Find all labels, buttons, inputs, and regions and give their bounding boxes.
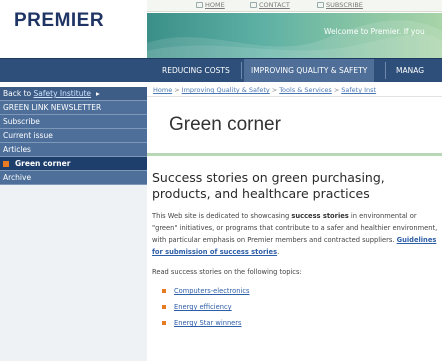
safety-institute-link[interactable]: Safety Institute (34, 89, 92, 98)
sidebar-item-articles[interactable]: Articles (0, 143, 147, 157)
bullet-icon (162, 289, 166, 293)
topics-list: Computers-electronics Energy efficiency … (152, 287, 442, 335)
sidebar-back-to-safety-institute[interactable]: Back to Safety Institute ▸ (0, 87, 147, 101)
premier-logo[interactable]: PREMIER (14, 10, 104, 32)
topic-label: Computers-electronics (174, 287, 250, 295)
sidebar-item-green-corner[interactable]: Green corner (0, 157, 147, 171)
bullet-icon (162, 305, 166, 309)
sidebar-item-subscribe[interactable]: Subscribe (0, 115, 147, 129)
sidebar: Back to Safety Institute ▸ GREEN LINK NEW… (0, 87, 147, 361)
sidebar-item-current-issue[interactable]: Current issue (0, 129, 147, 143)
sidebar-item-label: Archive (3, 173, 32, 182)
logo-area: PREMIER (0, 0, 147, 56)
home-link[interactable]: HOME (196, 1, 225, 9)
breadcrumb-separator: > (333, 86, 340, 94)
contact-link[interactable]: CONTACT (250, 1, 290, 9)
tab-reducing-costs[interactable]: REDUCING COSTS (155, 59, 237, 82)
topic-link-energy-efficiency[interactable]: Energy efficiency (152, 303, 442, 319)
intro-text: This Web site is dedicated to showcasing (152, 212, 292, 220)
topic-label: Energy Star winners (174, 319, 242, 327)
breadcrumb-improving-quality-safety[interactable]: Improving Quality & Safety (182, 86, 270, 94)
breadcrumb-separator: > (271, 86, 278, 94)
topic-label: Energy efficiency (174, 303, 232, 311)
sidebar-item-label: Subscribe (3, 117, 40, 126)
utility-bar: HOME CONTACT SUBSCRIBE (147, 0, 442, 12)
section-heading: Success stories on green purchasing, pro… (152, 170, 385, 201)
page-title: Green corner (169, 114, 281, 135)
main-content: Success stories on green purchasing, pro… (152, 170, 442, 335)
welcome-text: Welcome to Premier. If you (324, 27, 425, 36)
active-bullet-icon (3, 161, 9, 167)
topics-label: Read success stories on the following to… (152, 268, 302, 276)
intro-end: . (277, 248, 280, 256)
topic-link-energy-star-winners[interactable]: Energy Star winners (152, 319, 442, 335)
main-nav: REDUCING COSTS IMPROVING QUALITY & SAFET… (147, 58, 442, 82)
sidebar-item-label: Green corner (15, 159, 71, 168)
home-icon (196, 2, 203, 8)
intro-paragraph: This Web site is dedicated to showcasing… (152, 210, 442, 258)
nav-separator (385, 62, 386, 79)
breadcrumb-safety-institute[interactable]: Safety Inst (341, 86, 376, 94)
intro-bold: success stories (291, 212, 349, 220)
home-link-label: HOME (205, 1, 225, 9)
left-nav-band (0, 58, 147, 82)
subscribe-link[interactable]: SUBSCRIBE (317, 1, 363, 9)
tab-management[interactable]: MANAG (389, 59, 431, 82)
topic-link-computers-electronics[interactable]: Computers-electronics (152, 287, 442, 303)
breadcrumb: Home > Improving Quality & Safety > Tools & … (153, 86, 442, 94)
breadcrumb-home[interactable]: Home (153, 86, 172, 94)
sidebar-item-label: Articles (3, 145, 31, 154)
tab-improving-quality-safety[interactable]: IMPROVING QUALITY & SAFETY (244, 59, 375, 82)
contact-link-label: CONTACT (259, 1, 290, 9)
sidebar-item-archive[interactable]: Archive (0, 171, 147, 185)
breadcrumb-tools-services[interactable]: Tools & Services (279, 86, 332, 94)
header-banner: Welcome to Premier. If you (147, 13, 442, 58)
bullet-icon (162, 321, 166, 325)
sidebar-item-green-link-newsletter[interactable]: GREEN LINK NEWSLETTER (0, 101, 147, 115)
subscribe-link-label: SUBSCRIBE (326, 1, 363, 9)
contact-icon (250, 2, 257, 8)
back-to-prefix: Back to (3, 89, 34, 98)
subscribe-icon (317, 2, 324, 8)
page-title-bar: Green corner (147, 96, 442, 156)
arrow-right-icon: ▸ (96, 89, 100, 98)
nav-separator (241, 62, 242, 79)
sidebar-item-label: GREEN LINK NEWSLETTER (3, 103, 102, 112)
sidebar-item-label: Current issue (3, 131, 53, 140)
breadcrumb-separator: > (174, 86, 180, 94)
